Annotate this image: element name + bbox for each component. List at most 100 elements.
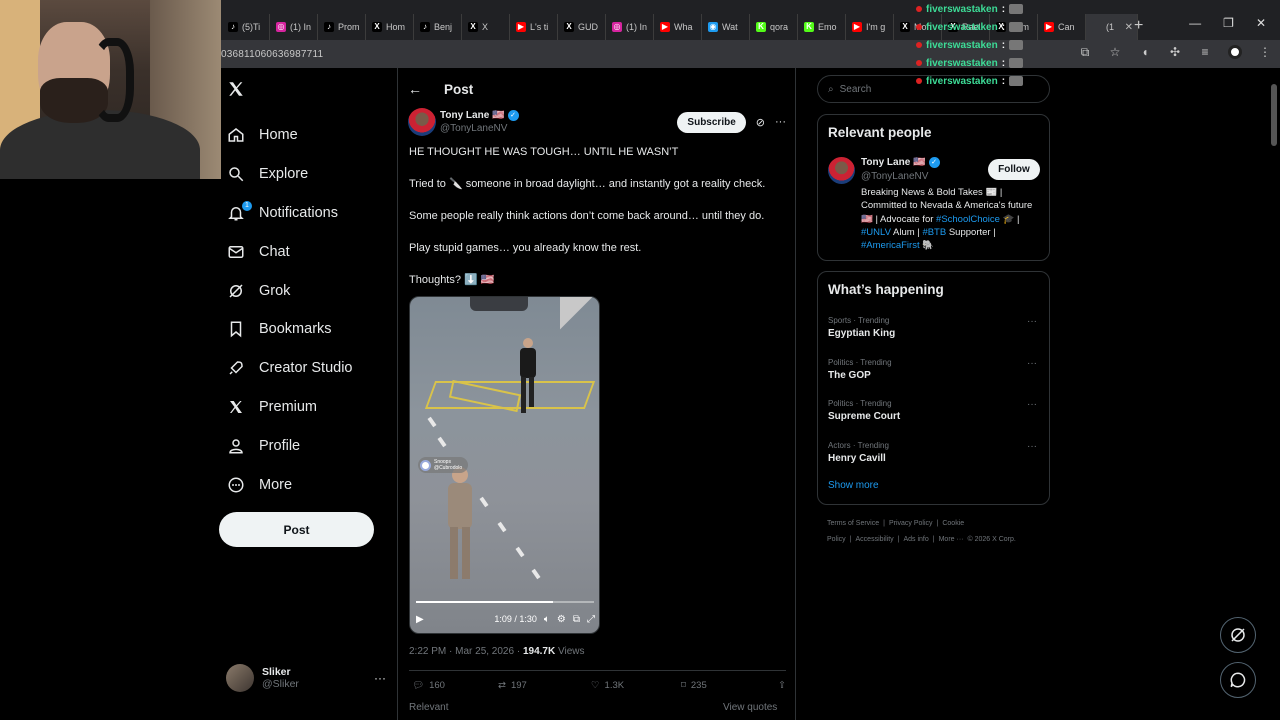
hashtag-link[interactable]: #SchoolChoice — [936, 214, 1000, 225]
nav-item-chat[interactable]: Chat — [221, 232, 353, 271]
nav-item-bookmarks[interactable]: Bookmarks — [221, 310, 353, 349]
play-icon[interactable]: ▶ — [416, 614, 424, 625]
browser-tab[interactable]: ♪ (5)Ti — [222, 14, 270, 40]
footer-link[interactable]: © 2026 X Corp. — [967, 536, 1015, 543]
trend-item[interactable]: Actors · Trending Henry Cavill ··· — [828, 441, 1041, 464]
hashtag-link[interactable]: #UNLV — [861, 227, 891, 238]
minimize-button[interactable]: — — [1189, 16, 1201, 30]
divider — [409, 670, 786, 671]
share-icon[interactable]: ⇪ — [778, 680, 786, 691]
menu-kebab-icon[interactable]: ⋮ — [1258, 45, 1272, 59]
search-input[interactable]: ⌕ Search — [817, 75, 1050, 103]
card-title: What’s happening — [828, 282, 944, 297]
browser-tab[interactable]: ▶ L's ti — [510, 14, 558, 40]
volume-icon[interactable]: 🔈︎ — [544, 614, 550, 625]
avatar[interactable] — [828, 157, 855, 184]
video-progress-bar[interactable] — [416, 601, 594, 603]
author-handle[interactable]: @TonyLaneNV — [440, 123, 519, 134]
install-icon[interactable]: ⧉ — [1078, 45, 1092, 59]
account-switcher[interactable]: Sliker @Sliker ··· — [226, 662, 386, 694]
like-button[interactable]: ♡ 1.3K — [591, 680, 681, 691]
back-arrow-icon[interactable]: ← — [408, 81, 422, 97]
footer-link[interactable]: Terms of Service — [827, 520, 879, 527]
show-more-link[interactable]: Show more — [828, 480, 879, 491]
footer-link[interactable]: Ads info — [903, 536, 928, 543]
nav-item-notifications[interactable]: 1 Notifications — [221, 194, 353, 233]
new-tab-button[interactable]: + — [1134, 17, 1143, 35]
nav-item-explore[interactable]: Explore — [221, 155, 353, 194]
close-window-button[interactable]: ✕ — [1256, 16, 1266, 30]
more-dots-icon[interactable]: ··· — [775, 116, 786, 128]
nav-item-creator-studio[interactable]: Creator Studio — [221, 349, 353, 388]
post-button[interactable]: Post — [219, 512, 374, 547]
relevant-sort-label[interactable]: Relevant — [409, 702, 448, 713]
browser-tab[interactable]: XX — [462, 14, 510, 40]
settings-gear-icon[interactable]: ⚙ — [557, 614, 566, 625]
footer-link[interactable]: More ··· — [939, 536, 964, 543]
scrollbar[interactable] — [1271, 84, 1277, 146]
more-dots-icon[interactable]: ··· — [1027, 441, 1037, 452]
toolbar-icons: ⧉ ☆ ◖ ✣ ≡ ⋮ — [1078, 45, 1272, 59]
search-icon: ⌕ — [828, 83, 834, 95]
repost-button[interactable]: ⇄ 197 — [498, 680, 591, 691]
footer-link[interactable]: Privacy Policy — [889, 520, 933, 527]
video-player[interactable]: Snoops @Cubrodolo ▶ 1:09 / 1:30 🔈︎ ⚙ ⧉ ⤢ — [409, 296, 600, 634]
reply-count: 160 — [429, 680, 445, 691]
post-timestamp[interactable]: 2:22 PM · Mar 25, 2026 · — [409, 646, 523, 657]
browser-tab[interactable]: X GUD — [558, 14, 606, 40]
browser-tab[interactable]: ◎ (1) In — [606, 14, 654, 40]
more-dots-icon[interactable]: ··· — [1027, 316, 1037, 327]
puzzle-icon[interactable]: ✣ — [1168, 45, 1182, 59]
browser-tab[interactable]: ◉ Wat — [702, 14, 750, 40]
star-icon[interactable]: ☆ — [1108, 45, 1122, 59]
grok-fab-button[interactable] — [1220, 617, 1256, 653]
subscribe-button[interactable]: Subscribe — [677, 111, 746, 133]
hashtag-link[interactable]: #AmericaFirst — [861, 240, 920, 251]
extension-shazam-icon[interactable]: ◖ — [1138, 45, 1152, 59]
browser-tab[interactable]: ▶ Wha — [654, 14, 702, 40]
browser-tab[interactable]: K Emo — [798, 14, 846, 40]
pip-icon[interactable]: ⧉ — [573, 614, 580, 625]
browser-tab[interactable]: ♪ Prom — [318, 14, 366, 40]
tab-close-icon[interactable]: ✕ — [1125, 22, 1133, 33]
nav-item-home[interactable]: Home — [221, 116, 353, 155]
trend-item[interactable]: Politics · Trending Supreme Court ··· — [828, 399, 1041, 422]
person-icon — [227, 437, 245, 455]
browser-tab[interactable]: Kqora — [750, 14, 798, 40]
nav-item-more[interactable]: More — [221, 465, 353, 504]
trend-item[interactable]: Politics · Trending The GOP ··· — [828, 358, 1041, 381]
browser-tab[interactable]: (1 ✕ — [1086, 14, 1138, 40]
messages-fab-button[interactable] — [1220, 662, 1256, 698]
author-avatar[interactable] — [408, 108, 436, 136]
person-handle[interactable]: @TonyLaneNV — [861, 171, 928, 182]
browser-tab[interactable]: ◎ (1) In — [270, 14, 318, 40]
browser-tab[interactable]: ▶ I'm g — [846, 14, 894, 40]
person-name[interactable]: Tony Lane 🇺🇸 — [861, 157, 926, 168]
person-bio: Breaking News & Bold Takes 📰 | Committed… — [861, 186, 1046, 252]
trend-item[interactable]: Sports · Trending Egyptian King ··· — [828, 316, 1041, 339]
bookmark-button[interactable]: ⌑ 235 — [681, 680, 769, 691]
media-control-icon[interactable]: ≡ — [1198, 45, 1212, 59]
author-name[interactable]: Tony Lane 🇺🇸 — [440, 110, 505, 121]
more-dots-icon[interactable]: ··· — [1027, 399, 1037, 410]
profile-icon[interactable] — [1228, 45, 1242, 59]
url-text[interactable]: 036811060636987711 — [221, 49, 323, 60]
browser-tab[interactable]: X Hom — [366, 14, 414, 40]
view-quotes-link[interactable]: View quotes — [723, 702, 777, 713]
browser-tab[interactable]: ▶ Can — [1038, 14, 1086, 40]
fullscreen-icon[interactable]: ⤢ — [587, 614, 595, 625]
follow-button[interactable]: Follow — [988, 159, 1040, 180]
hashtag-link[interactable]: #BTB — [922, 227, 946, 238]
maximize-button[interactable]: ❐ — [1223, 16, 1234, 30]
nav-item-profile[interactable]: Profile — [221, 426, 353, 465]
browser-tab[interactable]: ♪ Benj — [414, 14, 462, 40]
more-dots-icon[interactable]: ··· — [1027, 358, 1037, 369]
post-text: HE THOUGHT HE WAS TOUGH… UNTIL HE WASN’T… — [409, 145, 789, 305]
nav-item-grok[interactable]: Grok — [221, 271, 353, 310]
grok-icon[interactable]: ⊘ — [756, 116, 765, 129]
footer-link[interactable]: Accessibility — [856, 536, 894, 543]
nav-item-premium[interactable]: Premium — [221, 388, 353, 427]
reply-button[interactable]: 💬︎ 160 — [412, 680, 498, 691]
like-count: 1.3K — [604, 680, 625, 691]
x-logo-icon[interactable] — [227, 80, 245, 98]
